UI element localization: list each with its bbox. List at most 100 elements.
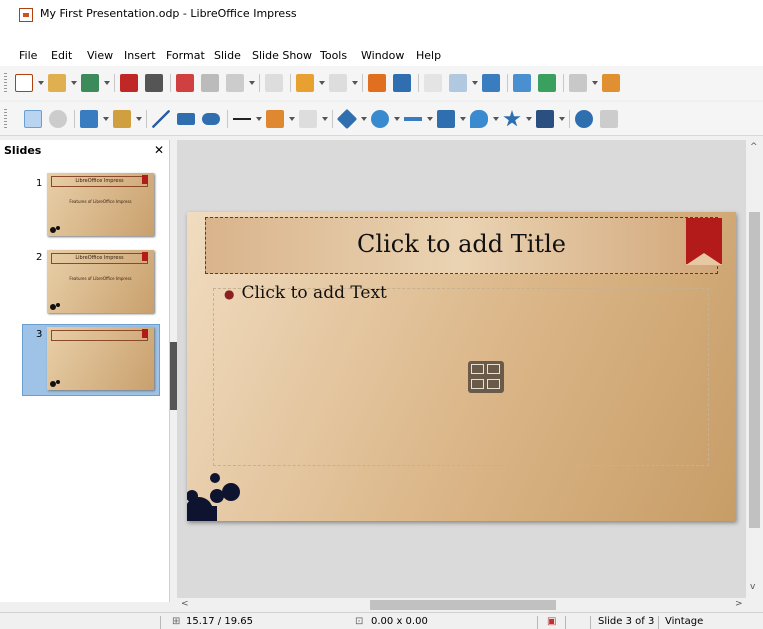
menu-slide[interactable]: Slide [214, 49, 241, 62]
slide-thumbnail-1[interactable]: LibreOffice Impress Features of LibreOff… [47, 173, 154, 236]
chevron-down-icon[interactable] [103, 117, 109, 121]
line-icon[interactable] [152, 110, 170, 128]
slide-thumbnail-3[interactable] [47, 327, 154, 390]
display-views-icon[interactable] [449, 74, 467, 92]
menu-slide-show[interactable]: Slide Show [252, 49, 312, 62]
menu-help[interactable]: Help [416, 49, 441, 62]
menu-window[interactable]: Window [361, 49, 404, 62]
chevron-down-icon[interactable] [322, 117, 328, 121]
flowchart-icon[interactable] [437, 110, 455, 128]
clone-formatting-icon[interactable] [265, 74, 283, 92]
start-slideshow-icon[interactable] [513, 74, 531, 92]
grid-icon[interactable] [424, 74, 442, 92]
block-arrows-icon[interactable] [404, 110, 422, 128]
toolbar-grip[interactable] [4, 109, 7, 129]
scrollbar-thumb[interactable] [370, 600, 556, 610]
curve-icon[interactable] [266, 110, 284, 128]
pane-collapse-handle[interactable] [170, 342, 177, 410]
align-icon[interactable] [600, 110, 618, 128]
scroll-left-icon[interactable]: < [181, 599, 189, 609]
title-placeholder[interactable]: Click to add Title [205, 217, 722, 274]
chevron-down-icon[interactable] [104, 81, 110, 85]
table-icon[interactable] [569, 74, 587, 92]
ink-blot-icon [50, 380, 60, 387]
toolbar-grip[interactable] [4, 73, 7, 93]
cut-icon[interactable] [176, 74, 194, 92]
chevron-down-icon[interactable] [249, 81, 255, 85]
insert-table-icon[interactable] [471, 364, 484, 374]
export-pdf-icon[interactable] [120, 74, 138, 92]
close-icon[interactable]: ✕ [154, 143, 164, 157]
scroll-down-icon[interactable]: v [750, 582, 755, 592]
chevron-down-icon[interactable] [427, 117, 433, 121]
chevron-down-icon[interactable] [493, 117, 499, 121]
vertical-scrollbar[interactable]: ^ v [746, 140, 763, 598]
menu-edit[interactable]: Edit [51, 49, 72, 62]
scroll-up-icon[interactable]: ^ [750, 142, 758, 152]
chevron-down-icon[interactable] [136, 117, 142, 121]
3d-objects-icon[interactable] [536, 110, 554, 128]
scrollbar-thumb[interactable] [749, 212, 760, 528]
chevron-down-icon[interactable] [472, 81, 478, 85]
basic-shapes-icon[interactable] [336, 108, 358, 130]
chevron-down-icon[interactable] [526, 117, 532, 121]
arrow-line-icon[interactable] [233, 110, 251, 128]
chevron-down-icon[interactable] [289, 117, 295, 121]
save-icon[interactable] [81, 74, 99, 92]
status-bar: ⊞ 15.17 / 19.65 ⊡ 0.00 x 0.00 ▣ Slide 3 … [0, 612, 763, 629]
chevron-down-icon[interactable] [361, 117, 367, 121]
title-bar: My First Presentation.odp - LibreOffice … [0, 0, 763, 44]
zoom-pan-icon[interactable] [49, 110, 67, 128]
print-icon[interactable] [145, 74, 163, 92]
menu-view[interactable]: View [87, 49, 113, 62]
chevron-down-icon[interactable] [319, 81, 325, 85]
insert-object-icons [468, 361, 504, 393]
chevron-down-icon[interactable] [460, 117, 466, 121]
menu-file[interactable]: File [19, 49, 37, 62]
chevron-down-icon[interactable] [38, 81, 44, 85]
chevron-down-icon[interactable] [394, 117, 400, 121]
select-arrow-icon[interactable] [24, 110, 42, 128]
position-icon: ⊞ [172, 616, 181, 627]
menu-insert[interactable]: Insert [124, 49, 156, 62]
connector-icon[interactable] [299, 110, 317, 128]
horizontal-scrollbar[interactable]: < > [177, 598, 746, 612]
slide-thumbnail-2[interactable]: LibreOffice Impress Features of LibreOff… [47, 250, 154, 313]
rectangle-icon[interactable] [177, 113, 195, 125]
insert-video-icon[interactable] [487, 379, 500, 389]
image-icon[interactable] [602, 74, 620, 92]
open-icon[interactable] [48, 74, 66, 92]
line-color-icon[interactable] [80, 110, 98, 128]
chevron-down-icon[interactable] [559, 117, 565, 121]
menu-tools[interactable]: Tools [320, 49, 347, 62]
start-current-slide-icon[interactable] [538, 74, 556, 92]
separator [563, 74, 564, 92]
stars-icon[interactable] [503, 110, 521, 127]
ribbon-icon [142, 175, 148, 184]
title-placeholder-text: Click to add Title [357, 230, 566, 258]
chevron-down-icon[interactable] [71, 81, 77, 85]
chevron-down-icon[interactable] [592, 81, 598, 85]
fill-color-icon[interactable] [113, 110, 131, 128]
thumbnail-subtitle: Features of LibreOffice Impress [69, 199, 132, 204]
insert-chart-icon[interactable] [487, 364, 500, 374]
chevron-down-icon[interactable] [352, 81, 358, 85]
chevron-down-icon[interactable] [256, 117, 262, 121]
undo-icon[interactable] [296, 74, 314, 92]
content-placeholder[interactable]: ● Click to add Text [213, 283, 709, 466]
menu-format[interactable]: Format [166, 49, 205, 62]
find-replace-icon[interactable] [368, 74, 386, 92]
redo-icon[interactable] [329, 74, 347, 92]
master-slide-icon[interactable] [482, 74, 500, 92]
rotate-icon[interactable] [575, 110, 593, 128]
ellipse-icon[interactable] [202, 113, 220, 125]
symbol-shapes-icon[interactable] [371, 110, 389, 128]
insert-image-icon[interactable] [471, 379, 484, 389]
copy-icon[interactable] [201, 74, 219, 92]
spelling-icon[interactable] [393, 74, 411, 92]
callouts-icon[interactable] [470, 110, 488, 128]
new-icon[interactable] [15, 74, 33, 92]
document-modified-icon[interactable]: ▣ [547, 616, 556, 627]
scroll-right-icon[interactable]: > [735, 599, 743, 609]
paste-icon[interactable] [226, 74, 244, 92]
